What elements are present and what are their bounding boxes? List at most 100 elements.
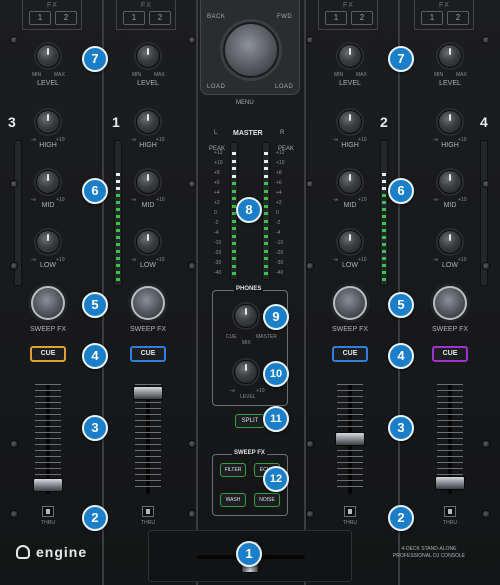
thru-label: THRU <box>343 520 357 526</box>
mid-eq-knob[interactable] <box>338 170 362 194</box>
high-eq-knob[interactable] <box>36 110 60 134</box>
sweep-fx-knob[interactable] <box>131 286 165 320</box>
screw <box>306 262 314 270</box>
channel-fader-cap[interactable] <box>435 476 465 490</box>
screw <box>482 36 490 44</box>
level-min-label: MIN <box>434 72 444 78</box>
sweep-fx-knob[interactable] <box>333 286 367 320</box>
fx1-button-deck4[interactable]: 1 <box>421 11 443 25</box>
level-label: LEVEL <box>137 80 159 87</box>
thru-switch-toggle[interactable] <box>42 506 54 517</box>
level-max-label: MAX <box>154 72 165 78</box>
screw <box>188 262 196 270</box>
fx2-button-deck4[interactable]: 2 <box>447 11 469 25</box>
thru-switch-toggle[interactable] <box>344 506 356 517</box>
master-meter-segment <box>264 257 268 260</box>
level-knob[interactable] <box>438 44 462 68</box>
fx-box-deck3: FX 1 2 <box>22 0 82 30</box>
mid-eq-knob[interactable] <box>438 170 462 194</box>
meter-segment <box>116 229 120 232</box>
screw <box>10 180 18 188</box>
fx2-button-deck2[interactable]: 2 <box>351 11 373 25</box>
master-scale-right: -40 <box>276 270 284 276</box>
load-right-button[interactable]: LOAD <box>275 84 293 90</box>
mid-eq-knob[interactable] <box>136 170 160 194</box>
noise-button[interactable]: NOISE <box>254 493 280 507</box>
phones-mix-knob[interactable] <box>234 304 258 328</box>
cue-button[interactable]: CUE <box>30 346 66 362</box>
callout-badge-6: 6 <box>388 178 414 204</box>
mid-eq-knob[interactable] <box>36 170 60 194</box>
load-left-button[interactable]: LOAD <box>207 84 225 90</box>
high-eq-knob[interactable] <box>438 110 462 134</box>
low-eq-label: LOW <box>342 262 358 269</box>
cue-button[interactable]: CUE <box>332 346 368 362</box>
thru-switch[interactable]: THRU <box>136 506 160 528</box>
low-eq-knob[interactable] <box>136 230 160 254</box>
low-eq-knob[interactable] <box>338 230 362 254</box>
fx-box-deck4: FX 1 2 <box>414 0 474 30</box>
callout-badge-10: 10 <box>263 361 289 387</box>
filter-button[interactable]: FILTER <box>220 463 246 477</box>
master-scale-left: +2 <box>214 200 220 206</box>
master-left-label: L <box>214 130 218 136</box>
thru-switch-toggle[interactable] <box>444 506 456 517</box>
browse-panel: BACK FWD LOAD LOAD <box>200 0 300 95</box>
thru-switch[interactable]: THRU <box>36 506 60 528</box>
level-label: LEVEL <box>439 80 461 87</box>
sweep-fx-knob[interactable] <box>31 286 65 320</box>
fx1-button-deck2[interactable]: 1 <box>325 11 347 25</box>
phones-level-plus: +10 <box>256 388 265 394</box>
low-eq-knob[interactable] <box>438 230 462 254</box>
fwd-button[interactable]: FWD <box>277 14 292 20</box>
meter-segment <box>116 222 120 225</box>
menu-label: MENU <box>236 100 254 106</box>
level-knob[interactable] <box>338 44 362 68</box>
fx2-button-deck1[interactable]: 2 <box>149 11 171 25</box>
fx2-button-deck3[interactable]: 2 <box>55 11 77 25</box>
mid-eq-label: MID <box>141 202 155 209</box>
fx-label: FX <box>141 2 152 9</box>
thru-switch-toggle[interactable] <box>142 506 154 517</box>
screw <box>10 440 18 448</box>
fx-label: FX <box>343 2 354 9</box>
level-knob[interactable] <box>36 44 60 68</box>
channel-fader-cap[interactable] <box>335 432 365 446</box>
wash-button[interactable]: WASH <box>220 493 246 507</box>
master-right-label: R <box>280 130 285 136</box>
back-button[interactable]: BACK <box>207 14 225 20</box>
thru-switch[interactable]: THRU <box>338 506 362 528</box>
split-button[interactable]: SPLIT <box>235 414 265 428</box>
fx1-button-deck3[interactable]: 1 <box>29 11 51 25</box>
master-scale-left: -40 <box>214 270 222 276</box>
channel-fader-cap[interactable] <box>33 478 63 492</box>
high-eq-knob[interactable] <box>136 110 160 134</box>
callout-badge-7: 7 <box>82 46 108 72</box>
thru-label: THRU <box>141 520 155 526</box>
browse-encoder[interactable] <box>223 22 279 78</box>
master-scale-left: -4 <box>214 230 219 236</box>
phones-level-knob[interactable] <box>234 360 258 384</box>
deck-number: 4 <box>480 114 488 130</box>
tagline: 4-DECK STAND-ALONE PROFESSIONAL DJ CONSO… <box>384 546 474 560</box>
master-scale-right: +4 <box>276 190 282 196</box>
mid-eq-label: MID <box>443 202 457 209</box>
screw <box>188 180 196 188</box>
meter-segment <box>382 236 386 239</box>
cue-button[interactable]: CUE <box>432 346 468 362</box>
channel-fader-cap[interactable] <box>133 386 163 400</box>
master-scale-right: 0 <box>276 210 279 216</box>
thru-switch[interactable]: THRU <box>438 506 462 528</box>
sweep-fx-knob[interactable] <box>433 286 467 320</box>
low-eq-label: LOW <box>140 262 156 269</box>
master-meter-segment <box>264 197 268 200</box>
meter-segment <box>382 194 386 197</box>
callout-badge-11: 11 <box>263 406 289 432</box>
fx1-button-deck1[interactable]: 1 <box>123 11 145 25</box>
cue-button[interactable]: CUE <box>130 346 166 362</box>
high-eq-knob[interactable] <box>338 110 362 134</box>
level-knob[interactable] <box>136 44 160 68</box>
low-eq-knob[interactable] <box>36 230 60 254</box>
high-eq-label: HIGH <box>341 142 359 149</box>
master-scale-left: -30 <box>214 260 222 266</box>
